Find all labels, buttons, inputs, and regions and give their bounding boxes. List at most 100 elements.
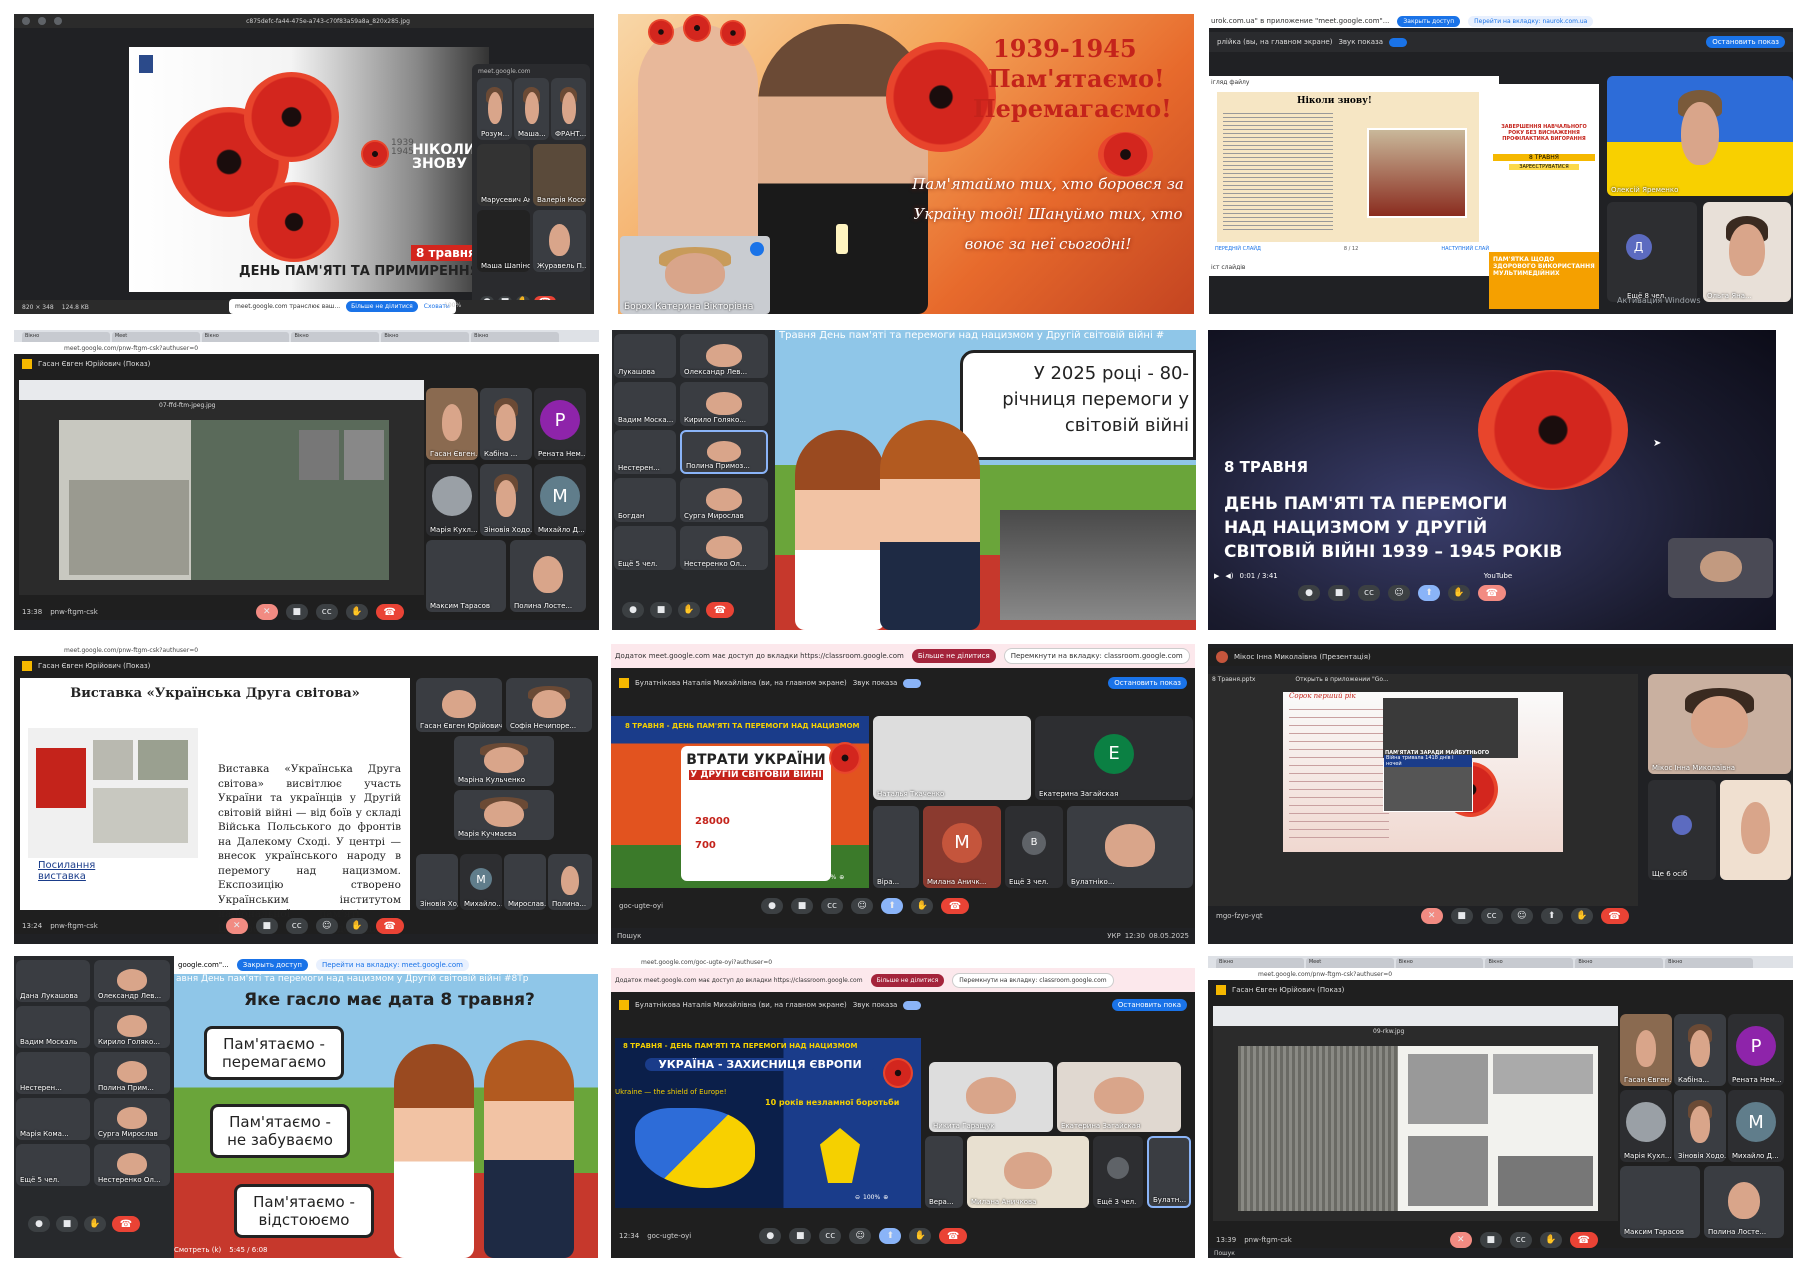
camera-icon[interactable]: ■ <box>56 1216 78 1232</box>
captions-icon[interactable]: cc <box>315 604 338 620</box>
captions-icon[interactable]: cc <box>1509 1232 1532 1248</box>
present-icon[interactable]: ⬆ <box>1418 585 1440 601</box>
participant-name: Кирило Голяко... <box>98 1038 160 1046</box>
end-call-button[interactable]: ☎ <box>112 1216 140 1232</box>
end-call-button[interactable]: ☎ <box>941 898 970 914</box>
present-icon[interactable]: ⬆ <box>1540 908 1563 924</box>
end-call-button[interactable]: ☎ <box>1600 908 1629 924</box>
camera-icon[interactable]: ■ <box>1479 1232 1502 1248</box>
zoom-level: 100% <box>863 1194 881 1201</box>
end-call-button[interactable]: ☎ <box>375 604 404 620</box>
mic-icon[interactable]: ● <box>759 1228 782 1244</box>
more-icon[interactable] <box>750 242 764 256</box>
more-participants[interactable]: Д Ещё 8 чел. <box>1607 202 1697 302</box>
emoji-icon[interactable]: ☺ <box>315 918 338 934</box>
mic-icon[interactable]: ● <box>622 602 644 618</box>
captions-icon[interactable]: cc <box>1480 908 1503 924</box>
archive-photo <box>1000 510 1196 620</box>
more-people-label[interactable]: Ещё 5 чел. <box>20 1176 59 1184</box>
hand-icon[interactable]: ✋ <box>678 602 700 618</box>
hand-icon[interactable]: ✋ <box>345 604 368 620</box>
sound-toggle[interactable] <box>903 678 922 688</box>
sound-toggle[interactable] <box>1389 37 1408 47</box>
register-button[interactable]: ЗАРЕЄСТРУВАТИСЯ <box>1509 164 1579 170</box>
stop-presenting-button[interactable]: Остановить показ <box>1706 36 1785 48</box>
more-participants[interactable]: Ще 6 осіб <box>1648 780 1716 880</box>
youtube-logo[interactable]: YouTube <box>1484 572 1512 580</box>
go-to-tab-button[interactable]: Перемкнути на вкладку: classroom.google.… <box>1003 648 1190 664</box>
captions-icon[interactable]: cc <box>819 1228 842 1244</box>
hand-icon[interactable]: ✋ <box>345 918 368 934</box>
search-box[interactable]: Пошук <box>1214 1250 1235 1257</box>
watch-button[interactable]: Смотреть (k) <box>174 1246 221 1254</box>
address-bar[interactable]: meet.google.com/pnw-ftgm-csk?authuser=0 <box>1208 968 1793 980</box>
camera-icon[interactable]: ■ <box>285 604 308 620</box>
end-call-button[interactable]: ☎ <box>375 918 404 934</box>
present-icon[interactable]: ⬆ <box>881 898 904 914</box>
search-box[interactable]: Пошук <box>617 932 641 940</box>
hand-icon[interactable]: ✋ <box>84 1216 106 1232</box>
camera-icon[interactable]: ■ <box>789 1228 812 1244</box>
stop-share-button[interactable]: Більше не ділитися <box>911 649 996 663</box>
address-bar[interactable]: meet.google.com/goc-ugte-oyi?authuser=0 <box>611 956 1195 968</box>
hand-icon[interactable]: ✋ <box>911 898 934 914</box>
mic-icon[interactable]: ● <box>1298 585 1320 601</box>
sound-toggle[interactable] <box>903 1000 922 1010</box>
meet-pip-window[interactable]: meet.google.com Розум... Маша... ФРАНТ..… <box>472 64 590 314</box>
open-with-button[interactable]: Открыть в приложении "Go... <box>1295 676 1388 683</box>
go-to-tab-button[interactable]: Перейти на вкладку: meet.google.com <box>315 959 469 971</box>
prev-slide-link[interactable]: ПЕРЕДНІЙ СЛАЙД <box>1215 246 1261 252</box>
go-to-tab-button[interactable]: Перейти на вкладку: naurok.com.ua <box>1468 15 1594 27</box>
shared-slide: 8 ТРАВНЯ - ДЕНЬ ПАМ'ЯТІ ТА ПЕРЕМОГИ НАД … <box>615 1038 921 1208</box>
rotate-icon[interactable] <box>38 17 46 25</box>
exhibition-link[interactable]: Посилання виставка <box>38 860 118 882</box>
participant-name: Зіновія Ход... <box>420 900 458 908</box>
address-bar[interactable]: meet.google.com/pnw-ftgm-csk?authuser=0 <box>14 342 599 354</box>
play-icon[interactable]: ▶ <box>1214 572 1219 580</box>
emoji-icon[interactable]: ☺ <box>849 1228 872 1244</box>
stop-presenting-button[interactable]: Остановить пока <box>1111 999 1187 1011</box>
mic-off-icon[interactable]: ✕ <box>1449 1232 1472 1248</box>
mic-icon[interactable]: ● <box>761 898 784 914</box>
participant-name: Мирослав... <box>508 900 546 908</box>
more-people-label[interactable]: Ещё 3 чел. <box>1097 1198 1136 1206</box>
emoji-icon[interactable]: ☺ <box>851 898 874 914</box>
end-call-button[interactable]: ☎ <box>1478 585 1506 601</box>
mic-icon[interactable]: ● <box>28 1216 50 1232</box>
end-call-button[interactable]: ☎ <box>939 1228 968 1244</box>
stop-presenting-button[interactable]: Остановить показ <box>1108 677 1187 689</box>
hand-icon[interactable]: ✋ <box>909 1228 932 1244</box>
more-people-label[interactable]: Ещё 5 чел. <box>618 560 657 568</box>
edit-icon[interactable] <box>22 17 30 25</box>
hand-icon[interactable]: ✋ <box>1570 908 1593 924</box>
go-to-tab-button[interactable]: Перемкнути на вкладку: classroom.google.… <box>952 972 1114 988</box>
close-access-button[interactable]: Закрыть доступ <box>236 959 308 971</box>
stop-share-button[interactable]: Більше не ділитися <box>346 301 418 312</box>
delete-icon[interactable] <box>54 17 62 25</box>
camera-icon[interactable]: ■ <box>1450 908 1473 924</box>
end-call-button[interactable]: ☎ <box>706 602 734 618</box>
hand-icon[interactable]: ✋ <box>1448 585 1470 601</box>
slogan-1: Пам'ятаємо! <box>988 64 1165 93</box>
camera-icon[interactable]: ■ <box>1328 585 1350 601</box>
hand-icon[interactable]: ✋ <box>1539 1232 1562 1248</box>
mic-off-icon[interactable]: ✕ <box>1420 908 1443 924</box>
camera-icon[interactable]: ■ <box>791 898 814 914</box>
stop-share-button[interactable]: Більше не ділитися <box>870 973 945 987</box>
emoji-icon[interactable]: ☺ <box>1388 585 1410 601</box>
close-access-button[interactable]: Закрыть доступ <box>1397 15 1461 27</box>
captions-icon[interactable]: cc <box>821 898 844 914</box>
next-slide-link[interactable]: НАСТУПНИЙ СЛАЙД <box>1441 246 1493 252</box>
volume-icon[interactable]: ◀) <box>1225 572 1233 580</box>
emoji-icon[interactable]: ☺ <box>1510 908 1533 924</box>
camera-icon[interactable]: ■ <box>255 918 278 934</box>
address-bar[interactable]: meet.google.com/pnw-ftgm-csk?authuser=0 <box>14 644 598 656</box>
captions-icon[interactable]: cc <box>1358 585 1380 601</box>
captions-icon[interactable]: cc <box>285 918 308 934</box>
mic-off-icon[interactable]: ✕ <box>255 604 278 620</box>
camera-icon[interactable]: ■ <box>650 602 672 618</box>
end-call-button[interactable]: ☎ <box>1569 1232 1598 1248</box>
mic-off-icon[interactable]: ✕ <box>225 918 248 934</box>
more-people-label[interactable]: Ещё 3 чел. <box>1009 878 1048 886</box>
present-icon[interactable]: ⬆ <box>879 1228 902 1244</box>
